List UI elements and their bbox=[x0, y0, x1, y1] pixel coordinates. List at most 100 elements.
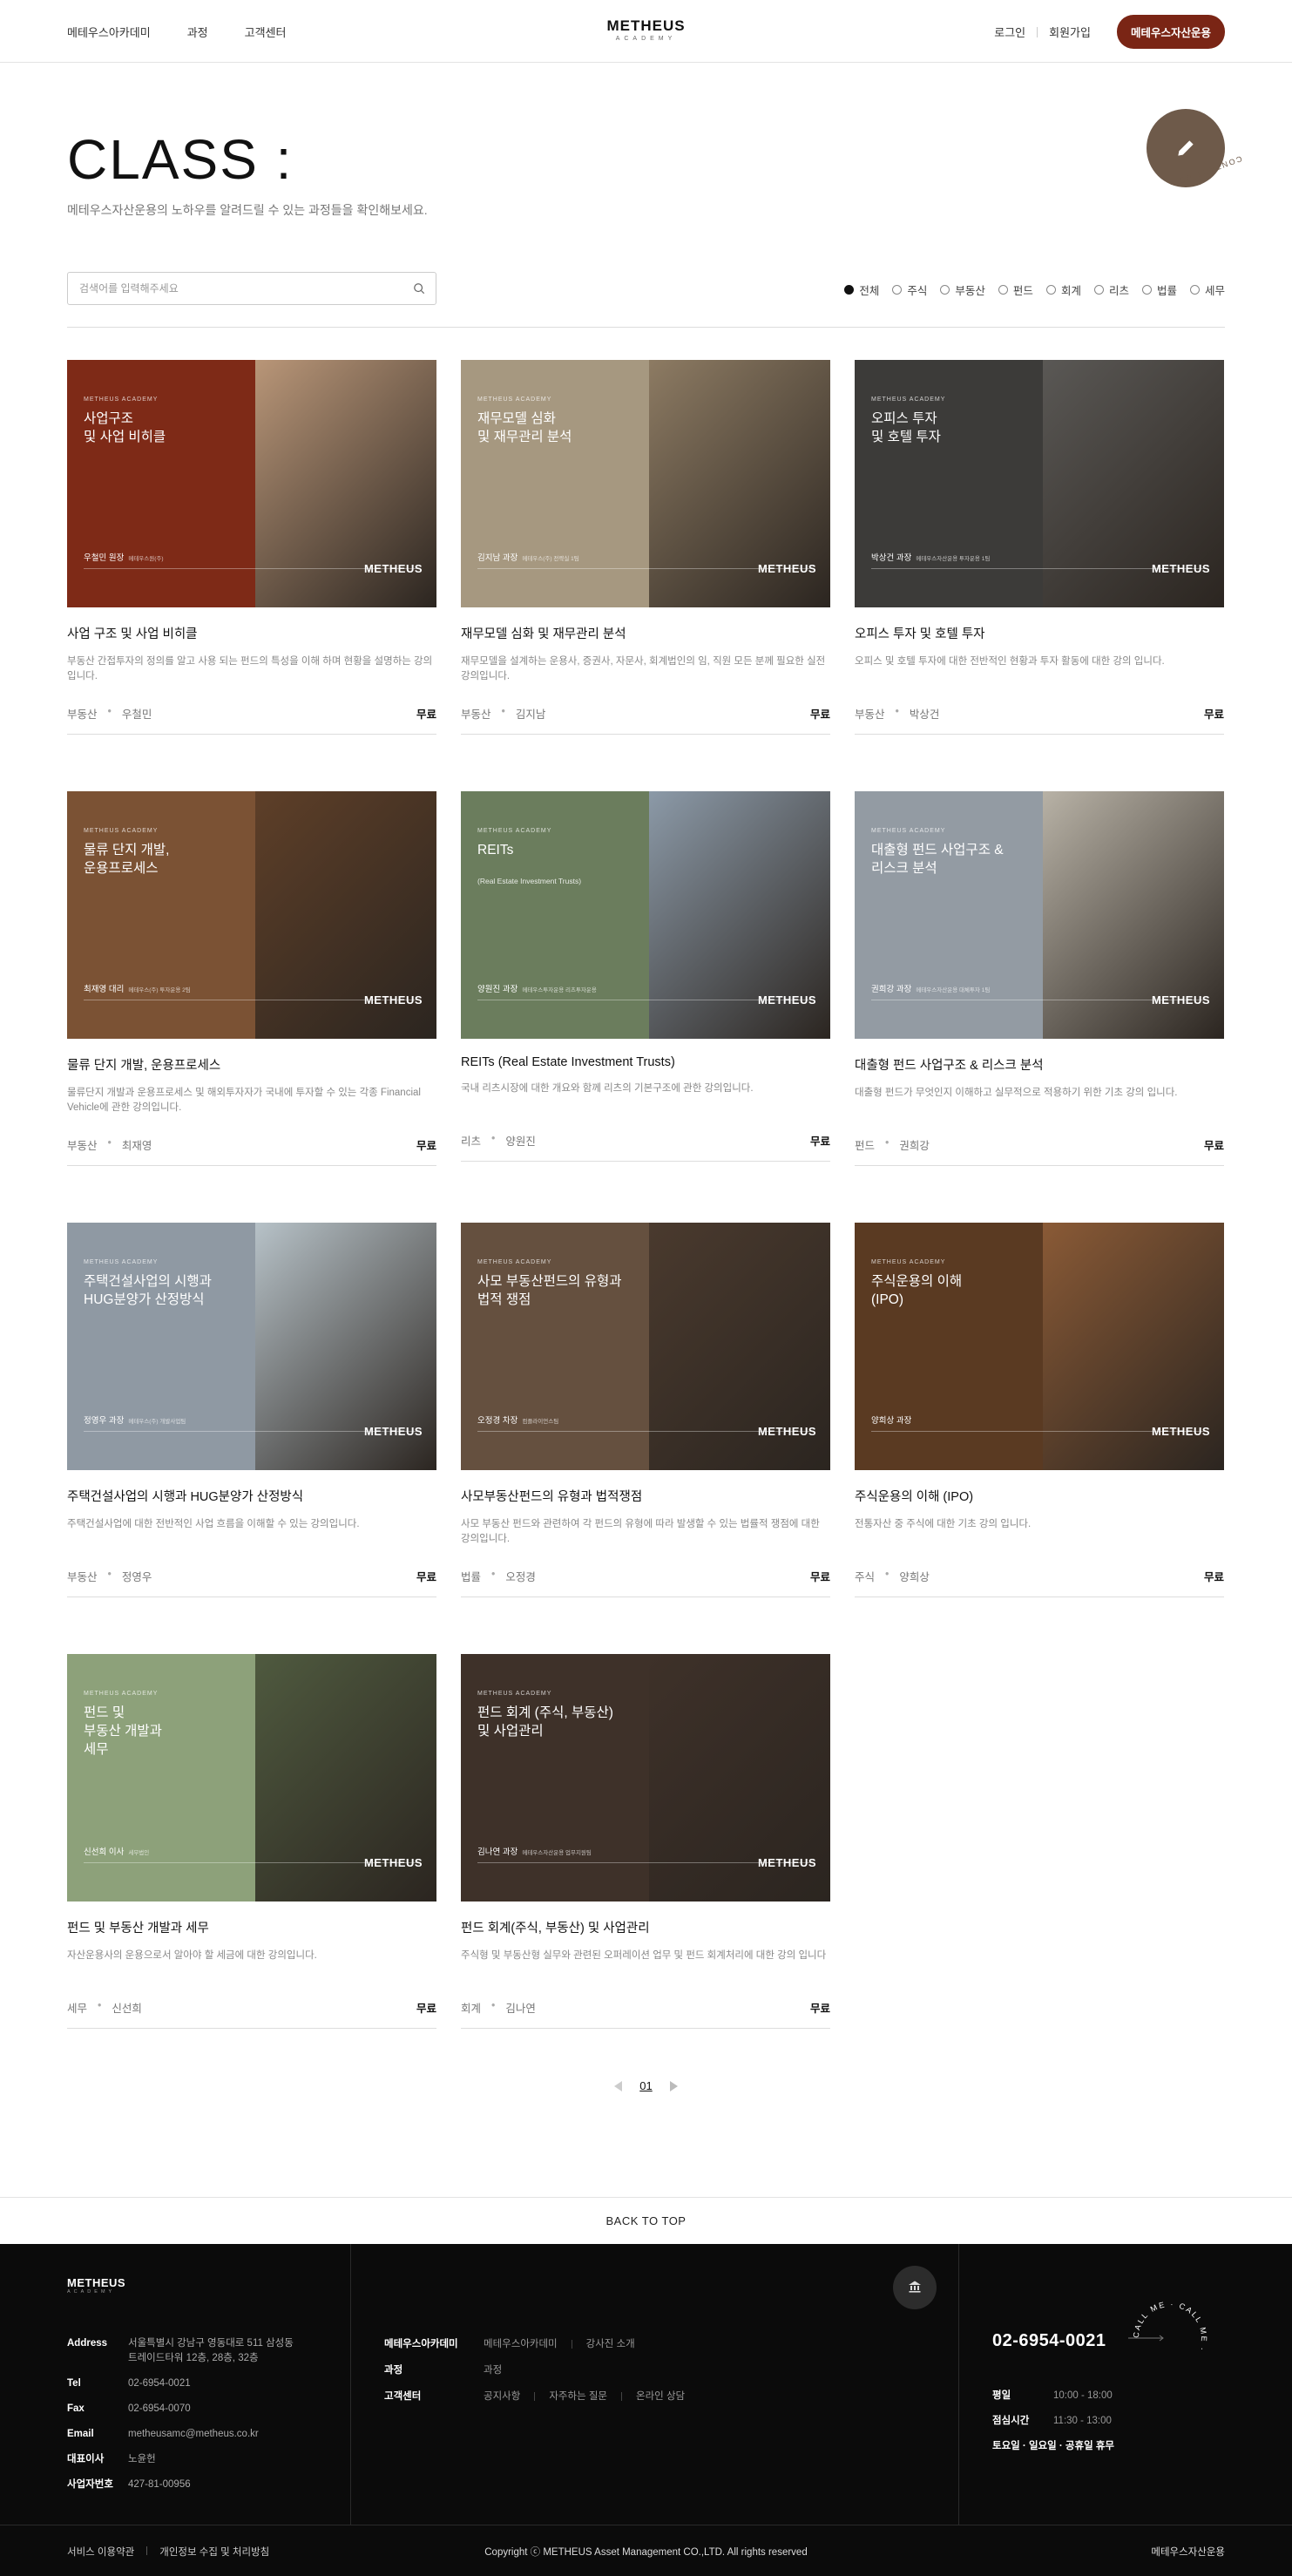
course-thumbnail: METHEUS ACADEMY 대출형 펀드 사업구조 & 리스크 분석 권희강 과… bbox=[855, 791, 1224, 1039]
course-title[interactable]: 사모부동산펀드의 유형과 법적쟁점 bbox=[461, 1487, 830, 1505]
course-card[interactable]: METHEUS ACADEMY 주택건설사업의 시행과 HUG분양가 산정방식 정영… bbox=[67, 1223, 436, 1597]
footer-phone: 02-6954-0021 bbox=[992, 2331, 1106, 2350]
instructor-name-title: 양원진 과장 bbox=[477, 985, 518, 994]
course-instructor: 정영우 bbox=[121, 1571, 152, 1583]
fax-value: 02-6954-0070 bbox=[128, 2403, 191, 2414]
hours-label: 평일 bbox=[992, 2390, 1011, 2401]
course-title[interactable]: 대출형 펀드 사업구조 & 리스크 분석 bbox=[855, 1055, 1224, 1074]
footer-link[interactable]: 과정 bbox=[484, 2357, 502, 2383]
search-box bbox=[67, 272, 436, 305]
thumbnail-logo: METHEUS bbox=[363, 562, 423, 575]
course-meta: 리츠 • 양원진 무료 bbox=[461, 1132, 830, 1162]
footer-menu-heading[interactable]: 메테우스아카데미 bbox=[384, 2331, 484, 2357]
footer-menu-heading[interactable]: 과정 bbox=[384, 2357, 484, 2383]
login-link[interactable]: 로그인 bbox=[994, 24, 1025, 40]
footer-link-divider bbox=[534, 2392, 536, 2401]
thumbnail-instructor: 박상건 과장 메테우스자산운용 투자운용 1팀 bbox=[871, 551, 990, 563]
filter-reits[interactable]: 리츠 bbox=[1093, 281, 1129, 298]
course-price: 무료 bbox=[809, 1135, 830, 1148]
prev-page-icon[interactable] bbox=[614, 2080, 623, 2091]
course-category: 리츠 bbox=[461, 1135, 482, 1148]
page-number[interactable]: 01 bbox=[639, 2079, 652, 2092]
next-page-icon[interactable] bbox=[669, 2080, 678, 2091]
back-to-top-button[interactable]: BACK TO TOP bbox=[0, 2197, 1292, 2244]
instructor-name-title: 정영우 과장 bbox=[84, 1416, 125, 1426]
email-label: Email bbox=[67, 2429, 94, 2439]
filter-label: 주식 bbox=[907, 285, 928, 297]
course-card[interactable]: METHEUS ACADEMY REITs (Real Estate Investm… bbox=[461, 791, 830, 1162]
course-card[interactable]: METHEUS ACADEMY 오피스 투자 및 호텔 투자 박상건 과장 메테우스자… bbox=[855, 360, 1224, 735]
course-title[interactable]: 물류 단지 개발, 운용프로세스 bbox=[67, 1055, 436, 1074]
course-card[interactable]: METHEUS ACADEMY 재무모델 심화 및 재무관리 분석 김지남 과장 메테… bbox=[461, 360, 830, 735]
pagination: 01 bbox=[0, 2079, 1292, 2092]
course-card[interactable]: METHEUS ACADEMY 펀드 회계 (주식, 부동산) 및 사업관리 김나연… bbox=[461, 1654, 830, 2029]
search-icon[interactable] bbox=[413, 282, 425, 295]
course-card[interactable]: METHEUS ACADEMY 사모 부동산펀드의 유형과 법적 쟁점오정경 차장… bbox=[461, 1223, 830, 1597]
thumbnail-title: 사모 부동산펀드의 유형과 법적 쟁점 bbox=[477, 1274, 622, 1307]
meta-dot: • bbox=[895, 705, 899, 717]
course-price: 무료 bbox=[416, 1140, 436, 1152]
course-price: 무료 bbox=[809, 1571, 830, 1583]
section-divider bbox=[67, 327, 1225, 328]
footer-link[interactable]: 공지사항 bbox=[484, 2383, 520, 2410]
ceo-value: 노윤헌 bbox=[128, 2454, 156, 2464]
thumbnail-title: REITs bbox=[477, 843, 514, 858]
thumbnail-instructor: 정영우 과장 메테우스(주) 개발사업팀 bbox=[84, 1413, 186, 1426]
filter-tax[interactable]: 세무 bbox=[1189, 281, 1225, 298]
holiday-notice: 토요일 · 일요일 · 공휴일 휴무 bbox=[992, 2441, 1115, 2451]
footer-logo: METHEUS ACADEMY bbox=[67, 2276, 125, 2295]
course-title[interactable]: 펀드 및 부동산 개발과 세무 bbox=[67, 1918, 436, 1936]
company-site-button[interactable]: 메테우스자산운용 bbox=[1116, 15, 1225, 49]
filter-label: 법률 bbox=[1156, 285, 1177, 297]
course-category: 부동산 bbox=[67, 708, 98, 721]
thumbnail-logo: METHEUS bbox=[757, 1856, 816, 1869]
course-price: 무료 bbox=[416, 708, 436, 721]
course-card[interactable]: METHEUS ACADEMY 펀드 및 부동산 개발과 세무 신선희 이사 세무법인… bbox=[67, 1654, 436, 2029]
filter-fund[interactable]: 펀드 bbox=[998, 281, 1033, 298]
course-title[interactable]: 재무모델 심화 및 재무관리 분석 bbox=[461, 624, 830, 642]
footer-link[interactable]: 강사진 소개 bbox=[586, 2331, 635, 2357]
course-title[interactable]: 주식운용의 이해 (IPO) bbox=[855, 1487, 1224, 1505]
footer-link[interactable]: 자주하는 질문 bbox=[549, 2383, 607, 2410]
filter-accounting[interactable]: 회계 bbox=[1045, 281, 1081, 298]
filter-all[interactable]: 전체 bbox=[844, 281, 879, 298]
footer-link[interactable]: 메테우스아카데미 bbox=[484, 2331, 558, 2357]
course-category: 부동산 bbox=[67, 1140, 98, 1152]
course-card[interactable]: METHEUS ACADEMY 주식운용의 이해 (IPO) 양희상 과장 METHE… bbox=[855, 1223, 1224, 1597]
footer-link-divider bbox=[621, 2392, 623, 2401]
footer-menu: 메테우스아카데미 메테우스아카데미 강사진 소개 과정 과정 고객센터 공지사항 자주하는… bbox=[384, 2331, 685, 2410]
filter-stock[interactable]: 주식 bbox=[892, 281, 927, 298]
filter-realestate[interactable]: 부동산 bbox=[940, 281, 985, 298]
meta-dot: • bbox=[98, 1999, 102, 2011]
course-price: 무료 bbox=[1203, 708, 1224, 721]
course-thumbnail: METHEUS ACADEMY 오피스 투자 및 호텔 투자 박상건 과장 메테우스자… bbox=[855, 360, 1224, 607]
signup-link[interactable]: 회원가입 bbox=[1049, 24, 1091, 40]
address-value: 서울특별시 강남구 영동대로 511 삼성동 트레이드타워 12층, 28층, … bbox=[128, 2338, 294, 2363]
filter-law[interactable]: 법률 bbox=[1141, 281, 1177, 298]
search-input[interactable] bbox=[68, 273, 399, 304]
address-label: Address bbox=[67, 2338, 108, 2349]
email-value[interactable]: metheusamc@metheus.co.kr bbox=[128, 2422, 259, 2447]
hours-label: 점심시간 bbox=[992, 2416, 1030, 2426]
footer-link[interactable]: 온라인 상담 bbox=[636, 2383, 685, 2410]
thumbnail-logo: METHEUS bbox=[363, 1425, 423, 1438]
course-card[interactable]: METHEUS ACADEMY 물류 단지 개발, 운용프로세스 최재영 대리 메테우… bbox=[67, 791, 436, 1166]
course-title[interactable]: REITs (Real Estate Investment Trusts) bbox=[461, 1055, 830, 1069]
footer-menu-heading[interactable]: 고객센터 bbox=[384, 2383, 484, 2410]
thumbnail-brand: METHEUS ACADEMY bbox=[477, 397, 552, 403]
course-title[interactable]: 주택건설사업의 시행과 HUG분양가 산정방식 bbox=[67, 1487, 436, 1505]
course-price: 무료 bbox=[416, 2003, 436, 2015]
thumbnail-brand: METHEUS ACADEMY bbox=[477, 1259, 552, 1265]
instructor-name-title: 오정경 차장 bbox=[477, 1416, 518, 1426]
course-card[interactable]: METHEUS ACADEMY 사업구조 및 사업 비히클 우철민 원장 메테우스원(… bbox=[67, 360, 436, 735]
course-title[interactable]: 오피스 투자 및 호텔 투자 bbox=[855, 624, 1224, 642]
instructor-name-title: 신선희 이사 bbox=[84, 1847, 125, 1857]
copyright: Copyright ⓒ METHEUS Asset Management CO.… bbox=[484, 2547, 808, 2558]
home-button[interactable] bbox=[893, 2266, 937, 2309]
course-title[interactable]: 사업 구조 및 사업 비히클 bbox=[67, 624, 436, 642]
filter-label: 리츠 bbox=[1108, 285, 1129, 297]
course-card[interactable]: METHEUS ACADEMY 대출형 펀드 사업구조 & 리스크 분석 권희강 과… bbox=[855, 791, 1224, 1166]
call-me-badge[interactable]: CALL ME · CALL ME · bbox=[1128, 2296, 1212, 2380]
thumbnail-brand: METHEUS ACADEMY bbox=[84, 1691, 159, 1697]
course-title[interactable]: 펀드 회계(주식, 부동산) 및 사업관리 bbox=[461, 1918, 830, 1936]
